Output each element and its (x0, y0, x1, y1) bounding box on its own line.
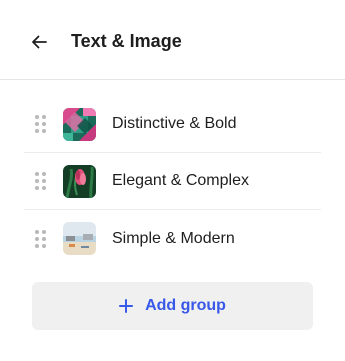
add-group-button[interactable]: Add group (32, 282, 313, 330)
group-item-distinctive-bold[interactable]: Distinctive & Bold (24, 96, 321, 153)
group-item-elegant-complex[interactable]: Elegant & Complex (24, 153, 321, 210)
back-button[interactable] (27, 30, 51, 54)
drag-handle-icon[interactable] (35, 229, 47, 248)
pattern-thumbnail (63, 107, 96, 141)
arrow-left-icon (32, 35, 47, 49)
panel-header: Text & Image (0, 0, 345, 80)
drag-handle-icon[interactable] (35, 172, 47, 190)
group-item-simple-modern[interactable]: Simple & Modern (24, 210, 321, 267)
beach-thumbnail (63, 222, 96, 255)
group-item-label: Distinctive & Bold (112, 115, 237, 132)
drag-handle-icon[interactable] (35, 115, 47, 133)
flower-thumbnail (63, 164, 96, 198)
group-list: Distinctive & Bold Elegant & Complex Sim… (24, 96, 321, 267)
add-group-label: Add group (145, 297, 226, 314)
group-item-label: Elegant & Complex (112, 172, 249, 189)
page-title: Text & Image (71, 31, 182, 51)
plus-icon (119, 299, 134, 313)
group-item-label: Simple & Modern (112, 229, 235, 247)
